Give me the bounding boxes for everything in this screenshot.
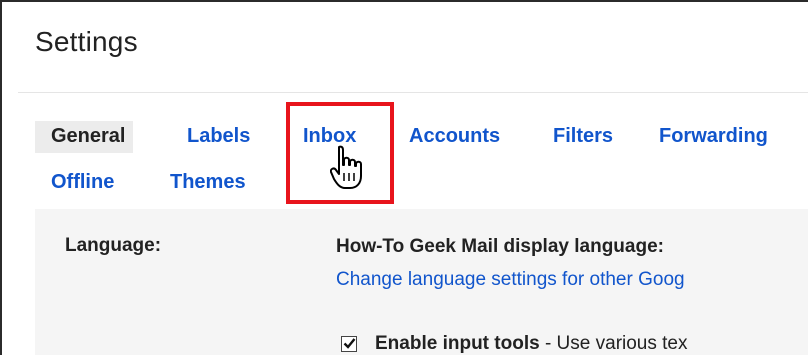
language-label: Language: bbox=[65, 235, 162, 256]
input-tools-title: Enable input tools bbox=[375, 333, 540, 354]
display-language-heading: How-To Geek Mail display language: bbox=[336, 236, 664, 257]
settings-window: Settings General Labels Inbox Accounts F… bbox=[0, 0, 808, 355]
hand-pointer-icon bbox=[330, 145, 362, 189]
tab-offline[interactable]: Offline bbox=[51, 171, 114, 194]
tab-accounts[interactable]: Accounts bbox=[409, 125, 500, 148]
tab-themes[interactable]: Themes bbox=[170, 171, 246, 194]
tab-forwarding[interactable]: Forwarding bbox=[659, 125, 768, 148]
page-title: Settings bbox=[35, 26, 138, 57]
input-tools-text: Enable input tools - Use various tex bbox=[375, 333, 688, 355]
tab-general[interactable]: General bbox=[35, 121, 134, 153]
title-divider bbox=[18, 92, 808, 93]
enable-input-tools-checkbox[interactable] bbox=[341, 336, 357, 352]
checkmark-icon bbox=[343, 338, 356, 349]
tab-filters[interactable]: Filters bbox=[553, 125, 613, 148]
tab-labels[interactable]: Labels bbox=[187, 125, 250, 148]
change-language-link[interactable]: Change language settings for other Goog bbox=[336, 269, 685, 291]
input-tools-description: - Use various tex bbox=[539, 333, 688, 354]
